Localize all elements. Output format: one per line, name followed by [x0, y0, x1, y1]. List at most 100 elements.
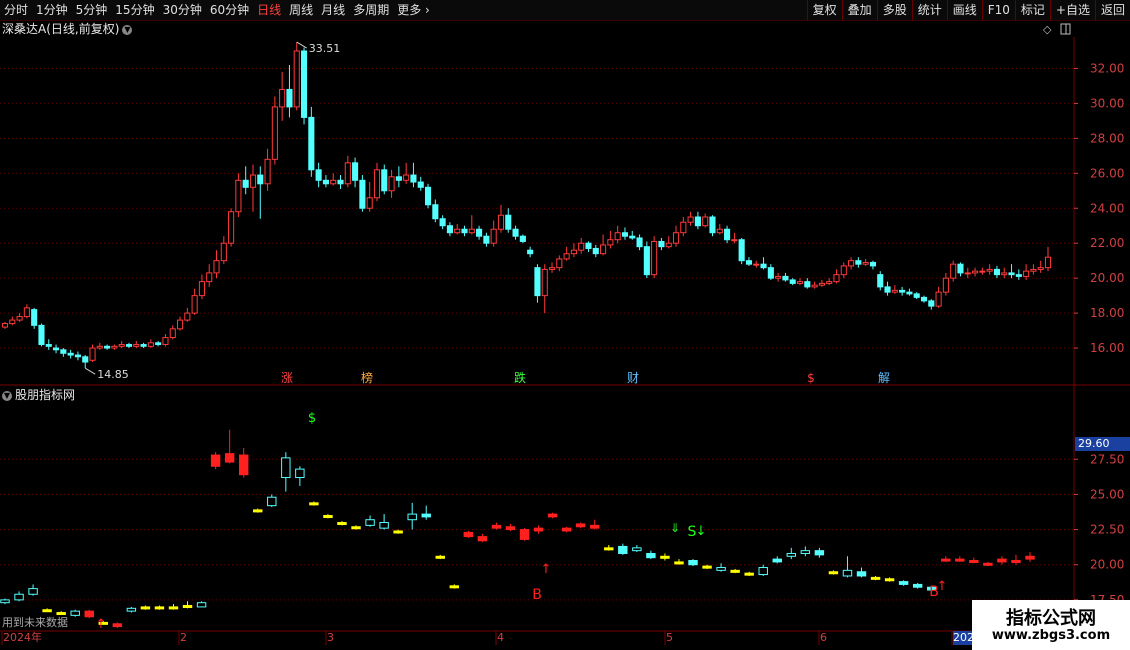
candle-body [286, 88, 293, 108]
candle-body [31, 309, 38, 326]
indicator-body [505, 526, 516, 531]
candle-body [271, 106, 278, 160]
candle-body [293, 50, 300, 108]
main-price-axis: 16.00 18.00 20.00 22.00 24.00 26.00 28.00 30.00… [1074, 61, 1124, 355]
candle-body [249, 174, 257, 188]
indicator-price-axis: 17.5020.0022.5025.0027.50 [1074, 452, 1124, 607]
candle-body [957, 263, 964, 274]
candle-body [184, 312, 191, 321]
indicator-body [547, 513, 558, 518]
indicator-body [449, 585, 460, 589]
candle-body [23, 307, 30, 318]
candle-body [1008, 272, 1015, 276]
dollar-icon: $ [308, 411, 316, 426]
candle-body [300, 50, 308, 118]
candle-body [556, 258, 563, 269]
indicator-body [884, 578, 895, 582]
diamond-icon[interactable]: ◇ [1043, 23, 1052, 36]
indicator-body [646, 552, 656, 559]
candle-body [942, 277, 949, 293]
indicator-body [688, 560, 698, 566]
indicator-body [28, 588, 38, 595]
indicator-body [969, 560, 979, 563]
candle-body [811, 284, 818, 288]
candle-body [848, 260, 855, 267]
candle-body [534, 267, 541, 297]
candle-body [614, 232, 621, 241]
candle-body [1023, 270, 1030, 277]
indicator-body [224, 453, 235, 463]
candle-body [527, 249, 534, 255]
indicator-body [604, 547, 614, 551]
indicator-body [463, 531, 474, 538]
candle-body [359, 179, 366, 209]
candle-body [344, 162, 351, 185]
indicator-tick-label: 22.50 [1090, 523, 1124, 537]
candle-body [191, 295, 198, 314]
event-marker[interactable]: $ [807, 371, 815, 385]
candle-body [417, 181, 424, 188]
chart-canvas[interactable]: 16.00 18.00 20.00 22.00 24.00 26.00 28.00 30.00… [0, 0, 1130, 650]
price-tick-label: 26.00 [1090, 166, 1124, 180]
indicator-body [323, 515, 333, 518]
indicator-body [660, 555, 670, 559]
up-arrow-icon: ↑ [96, 617, 107, 632]
time-axis-label: 5 [666, 631, 673, 644]
candle-body [862, 261, 869, 265]
candle-body [279, 88, 286, 108]
event-marker[interactable]: 涨 [281, 370, 293, 385]
event-marker[interactable]: 跌 [514, 370, 526, 385]
indicator-body [828, 571, 839, 575]
candle-body [694, 216, 701, 227]
candle-body [629, 235, 636, 239]
candle-body [877, 274, 884, 288]
candle-body [731, 239, 738, 242]
candle-body [16, 316, 23, 321]
indicator-body [912, 583, 923, 588]
indicator-body [140, 606, 151, 610]
candle-body [60, 349, 67, 354]
current-price-tag: 29.60 [1075, 437, 1130, 451]
candle-body [395, 176, 402, 181]
candle-body [74, 354, 81, 358]
future-data-note: 用到未来数据 [2, 616, 68, 629]
candle-body [920, 296, 928, 302]
indicator-body [618, 545, 628, 554]
candle-body [913, 293, 920, 298]
main-grid [0, 67, 1074, 349]
candle-body [775, 275, 782, 279]
indicator-body [716, 567, 726, 571]
indicator-body [112, 623, 123, 628]
candle-body [607, 239, 614, 246]
candle-body [257, 174, 264, 185]
event-marker[interactable]: 解 [878, 371, 890, 385]
candle-body [432, 204, 439, 220]
indicator-body [407, 513, 417, 521]
candle-body [96, 345, 103, 349]
event-marker[interactable]: 财 [627, 371, 639, 385]
high-pointer [296, 41, 308, 49]
candle-body [388, 176, 395, 192]
indicator-candles [0, 429, 1035, 628]
candle-body [198, 281, 205, 297]
candle-body [906, 291, 913, 295]
signal-markers: B↑B↑↑S ↓⇓$ [96, 411, 948, 632]
candle-body [242, 179, 249, 188]
candle-body [140, 344, 147, 347]
price-tick-label: 18.00 [1090, 306, 1124, 320]
candle-body [519, 235, 526, 242]
candle-body [818, 282, 825, 286]
event-markers: 涨 榜 跌 财 $ 解 [281, 370, 890, 385]
candle-body [118, 344, 125, 347]
candle-body [716, 228, 723, 234]
candle-body [950, 263, 957, 279]
candle-body [264, 158, 271, 185]
candle-body [505, 214, 512, 230]
price-tick-label: 24.00 [1090, 201, 1124, 215]
candle-body [169, 328, 176, 339]
price-tick-label: 16.00 [1090, 341, 1124, 355]
time-axis-label: 2 [180, 631, 187, 644]
indicator-body [590, 524, 600, 529]
candle-body [724, 228, 731, 241]
event-marker[interactable]: 榜 [361, 370, 373, 385]
